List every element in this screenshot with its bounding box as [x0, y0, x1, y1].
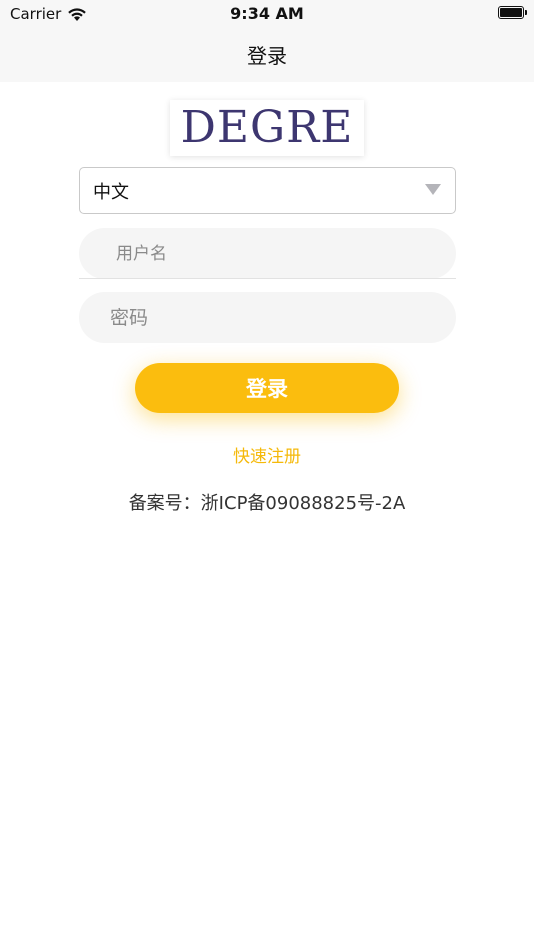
battery-icon — [498, 6, 527, 19]
language-select[interactable]: 中文 — [79, 167, 456, 214]
brand-logo-text: DEGRE — [180, 102, 354, 153]
status-time: 9:34 AM — [230, 4, 304, 23]
register-link-row: 快速注册 — [0, 442, 534, 467]
field-divider — [79, 278, 456, 279]
status-bar: Carrier 9:34 AM — [0, 0, 534, 28]
language-select-value: 中文 — [93, 181, 129, 203]
brand-logo: DEGRE — [170, 100, 364, 156]
chevron-down-icon — [425, 184, 441, 195]
navigation-bar: Carrier 9:34 AM 登录 — [0, 0, 534, 82]
icp-record-text: 备案号：浙ICP备09088825号-2A — [128, 493, 406, 514]
password-input[interactable] — [79, 292, 456, 343]
username-input[interactable] — [79, 228, 456, 279]
login-button[interactable]: 登录 — [135, 363, 399, 413]
quick-register-link[interactable]: 快速注册 — [233, 447, 301, 467]
page-title: 登录 — [247, 44, 287, 68]
